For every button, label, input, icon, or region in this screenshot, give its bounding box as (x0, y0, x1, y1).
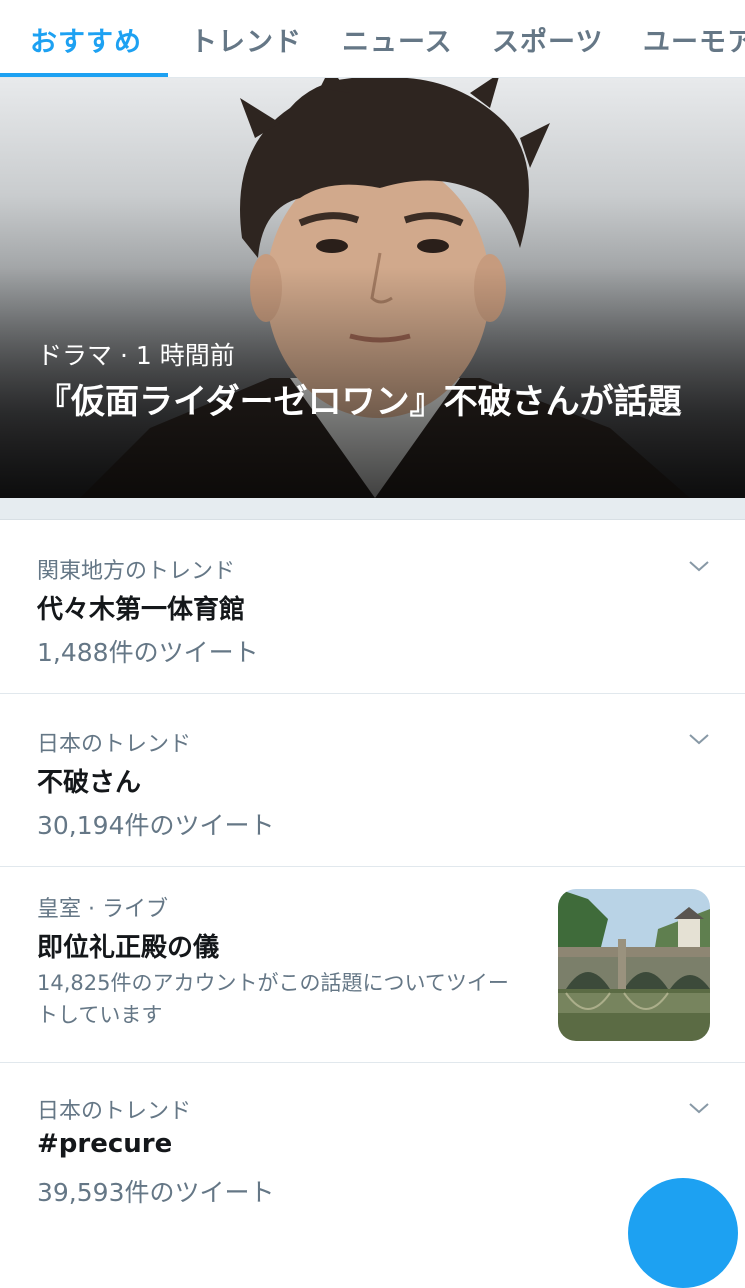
trend-context: 関東地方のトレンド (37, 559, 236, 584)
tab-news[interactable]: ニュース (342, 20, 453, 59)
trend-item[interactable]: 皇室 · ライブ 即位礼正殿の儀 14,825件のアカウントがこの話題についてツ… (0, 867, 745, 1063)
trend-name: 即位礼正殿の儀 (37, 933, 220, 963)
trend-context: 日本のトレンド (37, 1099, 192, 1124)
hero-trend-card[interactable]: ドラマ · 1 時間前 『仮面ライダーゼロワン』不破さんが話題 (0, 78, 745, 498)
chevron-down-icon[interactable] (688, 555, 710, 577)
chevron-down-icon[interactable] (688, 1097, 710, 1119)
trend-tweet-count: 1,488件のツイート (37, 638, 259, 667)
trend-thumbnail[interactable] (558, 889, 710, 1041)
trend-tweet-count: 30,194件のツイート (37, 811, 275, 840)
hero-headline: 『仮面ライダーゼロワン』不破さんが話題 (37, 382, 682, 422)
tab-trending[interactable]: トレンド (190, 20, 302, 59)
trend-context: 日本のトレンド (37, 732, 192, 757)
hero-category-time: ドラマ · 1 時間前 (37, 341, 235, 370)
trend-context: 皇室 · ライブ (37, 897, 168, 922)
chevron-down-icon[interactable] (688, 728, 710, 750)
trend-item[interactable]: 関東地方のトレンド 代々木第一体育館 1,488件のツイート (0, 521, 745, 694)
trend-item[interactable]: 日本のトレンド 不破さん 30,194件のツイート (0, 694, 745, 867)
trend-tweet-count: 39,593件のツイート (37, 1178, 275, 1207)
trend-name: 不破さん (37, 768, 142, 798)
trend-description: 14,825件のアカウントがこの話題についてツイートしています (37, 971, 509, 1027)
explore-tab-bar: おすすめ トレンド ニュース スポーツ ユーモア (0, 0, 745, 78)
tab-sports[interactable]: スポーツ (492, 20, 603, 59)
compose-tweet-button[interactable] (628, 1178, 738, 1288)
trend-name: #precure (37, 1129, 173, 1159)
hero-gradient-overlay (0, 78, 745, 498)
tab-recommended[interactable]: おすすめ (30, 20, 142, 59)
bridge-image (558, 889, 710, 1041)
active-tab-indicator (0, 73, 168, 77)
trend-name: 代々木第一体育館 (37, 595, 246, 625)
tab-humor[interactable]: ユーモア (643, 20, 745, 59)
section-separator (0, 498, 745, 520)
